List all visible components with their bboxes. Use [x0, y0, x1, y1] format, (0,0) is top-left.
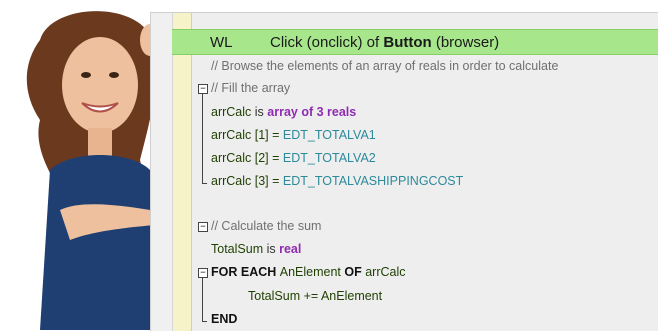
sum-is: is	[263, 242, 280, 256]
code-line-comment-browse: // Browse the elements of an array of re…	[211, 58, 558, 74]
code-line-declaration: arrCalc is array of 3 reals	[211, 104, 356, 120]
fold-line-fill	[202, 94, 203, 183]
for-of-keyword: OF	[340, 265, 366, 279]
sum-var: TotalSum	[211, 242, 264, 256]
fold-end-for	[202, 321, 207, 322]
for-keyword: FOR EACH	[211, 265, 280, 279]
code-line-assign-1: arrCalc [1] = EDT_TOTALVA1	[211, 127, 376, 143]
code-line-assign-3: arrCalc [3] = EDT_TOTALVASHIPPINGCOST	[211, 173, 463, 189]
editor-margin	[173, 13, 192, 331]
decl-type: array of 3 reals	[267, 105, 357, 119]
code-line-for-each: FOR EACH AnElement OF arrCalc	[211, 264, 406, 280]
decl-is: is	[251, 105, 268, 119]
assign1-ctrl: EDT_TOTALVA1	[282, 128, 376, 142]
code-line-sum-decl: TotalSum is real	[211, 241, 301, 257]
comment-fill: // Fill the array	[211, 81, 291, 95]
for-array: arrCalc	[365, 265, 406, 279]
assign3-var: arrCalc [3] =	[211, 174, 283, 188]
code-line-comment-sum: // Calculate the sum	[211, 218, 321, 234]
assign2-var: arrCalc [2] =	[211, 151, 283, 165]
end-keyword: END	[211, 312, 238, 326]
comment-browse: // Browse the elements of an array of re…	[211, 59, 559, 73]
comment-sum: // Calculate the sum	[211, 219, 322, 233]
fold-toggle-sum[interactable]: −	[198, 222, 208, 232]
for-element: AnElement	[279, 265, 341, 279]
event-prefix: Click (onclick) of	[270, 33, 384, 51]
editor-gutter	[151, 13, 173, 331]
language-label: WL	[210, 33, 233, 51]
decl-var: arrCalc	[211, 105, 252, 119]
event-header: WL Click (onclick) of Button (browser)	[172, 29, 658, 55]
fold-end-fill	[202, 183, 207, 184]
assign1-var: arrCalc [1] =	[211, 128, 283, 142]
event-suffix: (browser)	[431, 33, 500, 51]
fold-line-for	[202, 278, 203, 321]
code-line-end: END	[211, 311, 237, 327]
code-line-loop-body: TotalSum += AnElement	[248, 288, 382, 304]
code-line-assign-2: arrCalc [2] = EDT_TOTALVA2	[211, 150, 376, 166]
code-line-comment-fill: // Fill the array	[211, 80, 290, 96]
fold-toggle-for[interactable]: −	[198, 268, 208, 278]
assign3-ctrl: EDT_TOTALVASHIPPINGCOST	[282, 174, 464, 188]
event-control-name: Button	[383, 33, 432, 51]
sum-type: real	[279, 242, 302, 256]
fold-toggle-fill[interactable]: −	[198, 84, 208, 94]
assign2-ctrl: EDT_TOTALVA2	[282, 151, 376, 165]
loop-body: TotalSum += AnElement	[248, 289, 383, 303]
